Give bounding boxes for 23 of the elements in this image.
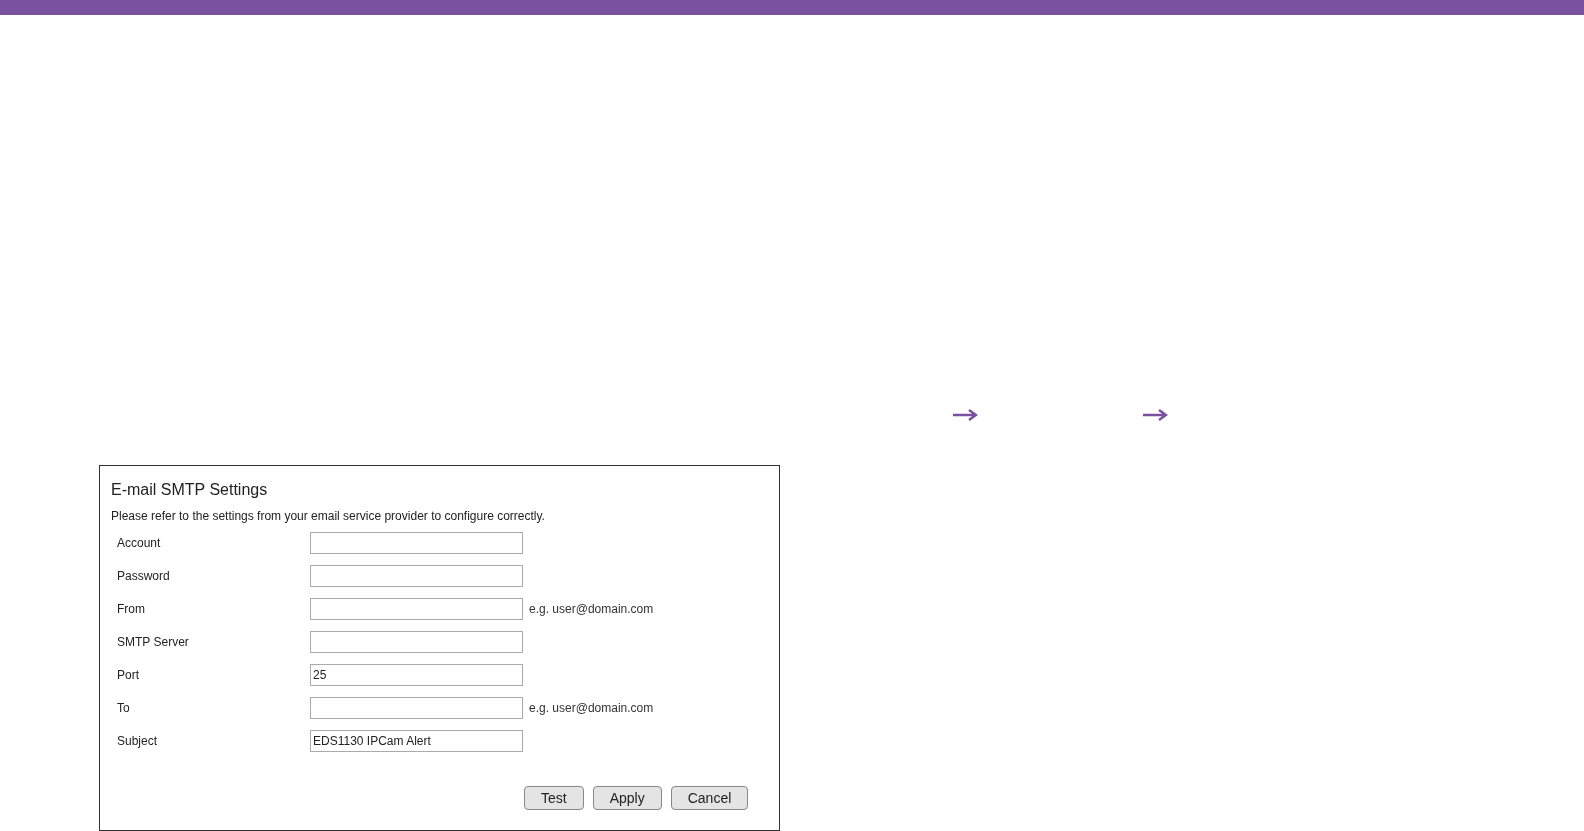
panel-title: E-mail SMTP Settings — [111, 480, 269, 500]
action-button[interactable]: Test — [524, 786, 584, 810]
panel-description: Please refer to the settings from your email service provider to configure correctly. — [111, 509, 546, 524]
right-arrow-icon — [1142, 408, 1168, 422]
input-field[interactable] — [310, 697, 523, 719]
field-label: Password — [117, 568, 171, 585]
field-label: Account — [117, 535, 162, 552]
input-field[interactable] — [310, 532, 523, 554]
input-field[interactable] — [310, 631, 523, 653]
action-button[interactable]: Cancel — [670, 786, 749, 810]
field-hint: e.g. user@domain.com — [529, 601, 654, 618]
field-label: To — [117, 700, 131, 717]
field-label: From — [117, 601, 146, 618]
action-button[interactable]: Apply — [592, 786, 662, 810]
input-field[interactable] — [310, 598, 523, 620]
field-label: Port — [117, 667, 140, 684]
right-arrow-icon — [952, 408, 978, 422]
input-field[interactable]: EDS1130 IPCam Alert — [310, 730, 523, 752]
input-field[interactable]: 25 — [310, 664, 523, 686]
input-field[interactable] — [310, 565, 523, 587]
field-label: Subject — [117, 733, 159, 750]
field-label: SMTP Server — [117, 634, 190, 651]
field-hint: e.g. user@domain.com — [529, 700, 654, 717]
